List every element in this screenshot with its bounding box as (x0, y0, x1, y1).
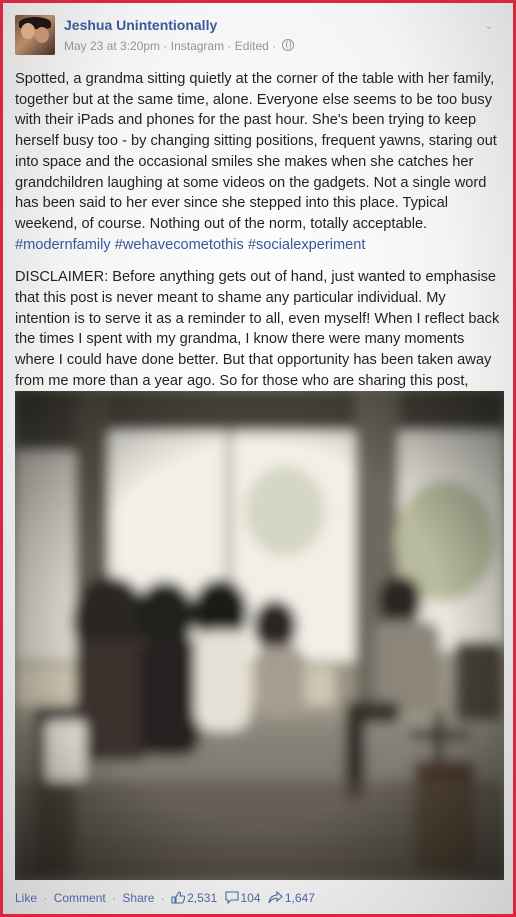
post-meta: May 23 at 3:20pm · Instagram · Edited · (64, 39, 295, 53)
meta-separator: · (224, 39, 235, 53)
comment-icon (224, 891, 239, 904)
globe-icon[interactable] (282, 39, 295, 51)
action-separator: · (43, 891, 48, 905)
post-photo[interactable] (15, 391, 504, 880)
shares-count-value: 1,647 (284, 891, 315, 905)
post-card: Jeshua Unintentionally May 23 at 3:20pm … (3, 3, 513, 914)
post-source: Instagram (170, 39, 225, 53)
likes-count[interactable]: 2,531 (171, 891, 220, 905)
comments-count[interactable]: 104 (224, 891, 264, 905)
share-button[interactable]: Share (122, 891, 154, 905)
post-text-1: Spotted, a grandma sitting quietly at th… (15, 71, 497, 232)
post-text-2: DISCLAIMER: Before anything gets out of … (15, 269, 500, 409)
hashtag-link[interactable]: #modernfamily (15, 237, 111, 253)
likes-count-value: 2,531 (187, 891, 218, 905)
hashtag-link[interactable]: #wehavecometothis (115, 237, 244, 253)
post-body: Spotted, a grandma sitting quietly at th… (15, 69, 502, 424)
action-separator: · (160, 891, 165, 905)
comments-count-value: 104 (240, 891, 261, 905)
cafe-photo-image (15, 391, 504, 880)
post-date[interactable]: May 23 at 3:20pm (64, 39, 160, 53)
avatar[interactable] (15, 15, 55, 55)
chevron-down-icon[interactable]: ⌄ (481, 17, 497, 33)
comment-button[interactable]: Comment (54, 891, 106, 905)
post-header: Jeshua Unintentionally May 23 at 3:20pm … (15, 15, 505, 57)
author-name[interactable]: Jeshua Unintentionally (64, 17, 217, 33)
like-button[interactable]: Like (15, 891, 37, 905)
shares-count[interactable]: 1,647 (268, 891, 315, 905)
post-paragraph-1: Spotted, a grandma sitting quietly at th… (15, 69, 502, 255)
meta-separator: · (268, 39, 280, 53)
action-separator: · (112, 891, 117, 905)
hashtag-link[interactable]: #socialexperiment (248, 237, 366, 253)
meta-separator: · (160, 39, 171, 53)
thumbs-up-icon (171, 891, 186, 904)
post-actions-bar: Like · Comment · Share · 2,531 104 1,647 (15, 891, 315, 905)
share-icon (268, 891, 283, 904)
edited-label[interactable]: Edited (235, 39, 269, 53)
